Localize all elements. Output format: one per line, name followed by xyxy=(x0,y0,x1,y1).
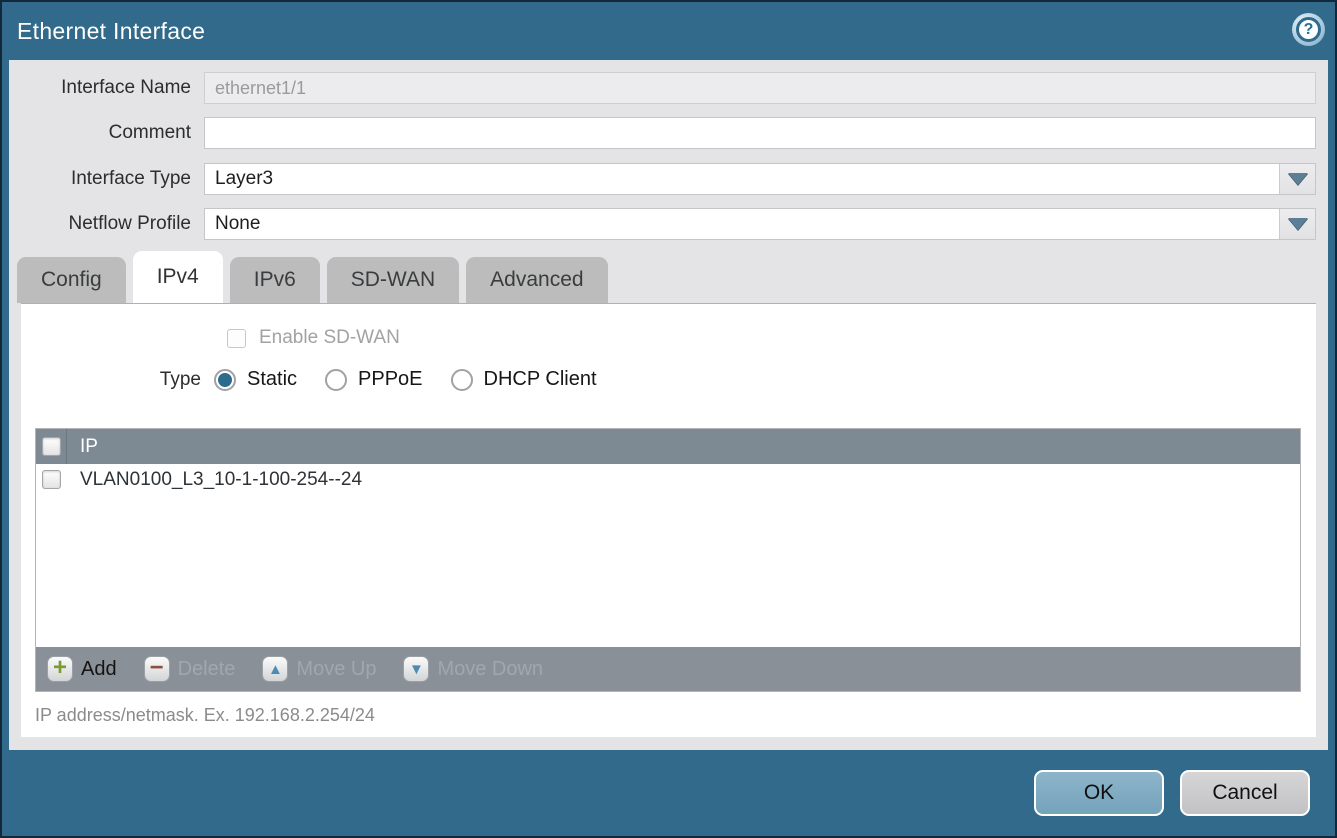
table-toolbar: + Add − Delete ▲ Move Up ▼ Move Down xyxy=(36,647,1300,691)
ok-button[interactable]: OK xyxy=(1034,770,1164,816)
add-button[interactable]: + Add xyxy=(47,656,117,682)
enable-sdwan-row: Enable SD-WAN xyxy=(227,327,1316,349)
chevron-down-icon xyxy=(1288,218,1308,230)
tab-strip: Config IPv4 IPv6 SD-WAN Advanced xyxy=(17,252,1328,303)
cancel-button[interactable]: Cancel xyxy=(1180,770,1310,816)
select-all-cell xyxy=(36,429,67,464)
dialog-title: Ethernet Interface xyxy=(2,18,205,45)
type-radio-group: Static PPPoE DHCP Client xyxy=(214,368,597,391)
interface-type-row: Interface Type Layer3 xyxy=(9,163,1316,195)
delete-button-label: Delete xyxy=(178,658,236,681)
comment-input[interactable] xyxy=(204,117,1316,149)
row-checkbox-cell xyxy=(36,464,67,495)
interface-type-label: Interface Type xyxy=(9,168,204,190)
netflow-profile-row: Netflow Profile None xyxy=(9,208,1316,240)
move-down-button[interactable]: ▼ Move Down xyxy=(403,656,543,682)
comment-row: Comment xyxy=(9,117,1316,149)
radio-static[interactable] xyxy=(214,369,236,391)
move-up-button[interactable]: ▲ Move Up xyxy=(262,656,376,682)
tab-config[interactable]: Config xyxy=(17,257,126,303)
interface-type-value: Layer3 xyxy=(205,164,1279,194)
dialog-footer: OK Cancel xyxy=(2,750,1335,836)
type-row: Type Static PPPoE DHCP Client xyxy=(21,368,1316,391)
ip-table: IP VLAN0100_L3_10-1-100-254--24 + Add xyxy=(35,428,1301,692)
ethernet-interface-dialog: Ethernet Interface ? Interface Name Comm… xyxy=(0,0,1337,838)
radio-option-pppoe[interactable]: PPPoE xyxy=(325,368,422,391)
ipv4-tab-panel: Enable SD-WAN Type Static PPPoE DHCP C xyxy=(21,303,1316,737)
help-icon: ? xyxy=(1296,17,1321,42)
comment-field-wrap xyxy=(204,117,1316,149)
radio-option-static[interactable]: Static xyxy=(214,368,297,391)
enable-sdwan-checkbox xyxy=(227,329,246,348)
netflow-profile-value: None xyxy=(205,209,1279,239)
tab-ipv4[interactable]: IPv4 xyxy=(133,251,223,303)
ip-table-body: VLAN0100_L3_10-1-100-254--24 xyxy=(36,464,1300,647)
interface-name-label: Interface Name xyxy=(9,77,204,99)
radio-dhcp-client-label: DHCP Client xyxy=(484,368,597,391)
type-label: Type xyxy=(21,369,214,391)
tab-ipv6[interactable]: IPv6 xyxy=(230,257,320,303)
delete-icon: − xyxy=(144,656,170,682)
ip-column-header: IP xyxy=(80,436,98,458)
move-up-icon: ▲ xyxy=(262,656,288,682)
netflow-profile-dropdown[interactable]: None xyxy=(204,208,1316,240)
interface-type-field-wrap: Layer3 xyxy=(204,163,1316,195)
radio-option-dhcp-client[interactable]: DHCP Client xyxy=(451,368,597,391)
tab-advanced[interactable]: Advanced xyxy=(466,257,607,303)
radio-pppoe-label: PPPoE xyxy=(358,368,422,391)
delete-button[interactable]: − Delete xyxy=(144,656,236,682)
comment-label: Comment xyxy=(9,122,204,144)
interface-name-row: Interface Name xyxy=(9,72,1316,104)
interface-type-dropdown-button[interactable] xyxy=(1279,164,1315,194)
row-ip-value: VLAN0100_L3_10-1-100-254--24 xyxy=(80,469,362,491)
radio-dhcp-client[interactable] xyxy=(451,369,473,391)
interface-name-field-wrap xyxy=(204,72,1316,104)
ip-table-header: IP xyxy=(36,429,1300,464)
dialog-body: Interface Name Comment Interface Type La… xyxy=(9,60,1328,750)
move-up-button-label: Move Up xyxy=(296,658,376,681)
ip-format-hint: IP address/netmask. Ex. 192.168.2.254/24 xyxy=(35,705,375,726)
radio-static-label: Static xyxy=(247,368,297,391)
chevron-down-icon xyxy=(1288,173,1308,185)
interface-name-input xyxy=(204,72,1316,104)
select-all-checkbox[interactable] xyxy=(42,437,61,456)
table-row[interactable]: VLAN0100_L3_10-1-100-254--24 xyxy=(36,464,1300,495)
title-bar: Ethernet Interface xyxy=(2,2,1335,60)
move-down-icon: ▼ xyxy=(403,656,429,682)
radio-pppoe[interactable] xyxy=(325,369,347,391)
help-button[interactable]: ? xyxy=(1292,13,1325,46)
netflow-profile-label: Netflow Profile xyxy=(9,213,204,235)
netflow-profile-dropdown-button[interactable] xyxy=(1279,209,1315,239)
add-button-label: Add xyxy=(81,658,117,681)
tab-sd-wan[interactable]: SD-WAN xyxy=(327,257,459,303)
move-down-button-label: Move Down xyxy=(437,658,543,681)
add-icon: + xyxy=(47,656,73,682)
enable-sdwan-label: Enable SD-WAN xyxy=(259,327,400,349)
interface-type-dropdown[interactable]: Layer3 xyxy=(204,163,1316,195)
row-checkbox[interactable] xyxy=(42,470,61,489)
netflow-profile-field-wrap: None xyxy=(204,208,1316,240)
